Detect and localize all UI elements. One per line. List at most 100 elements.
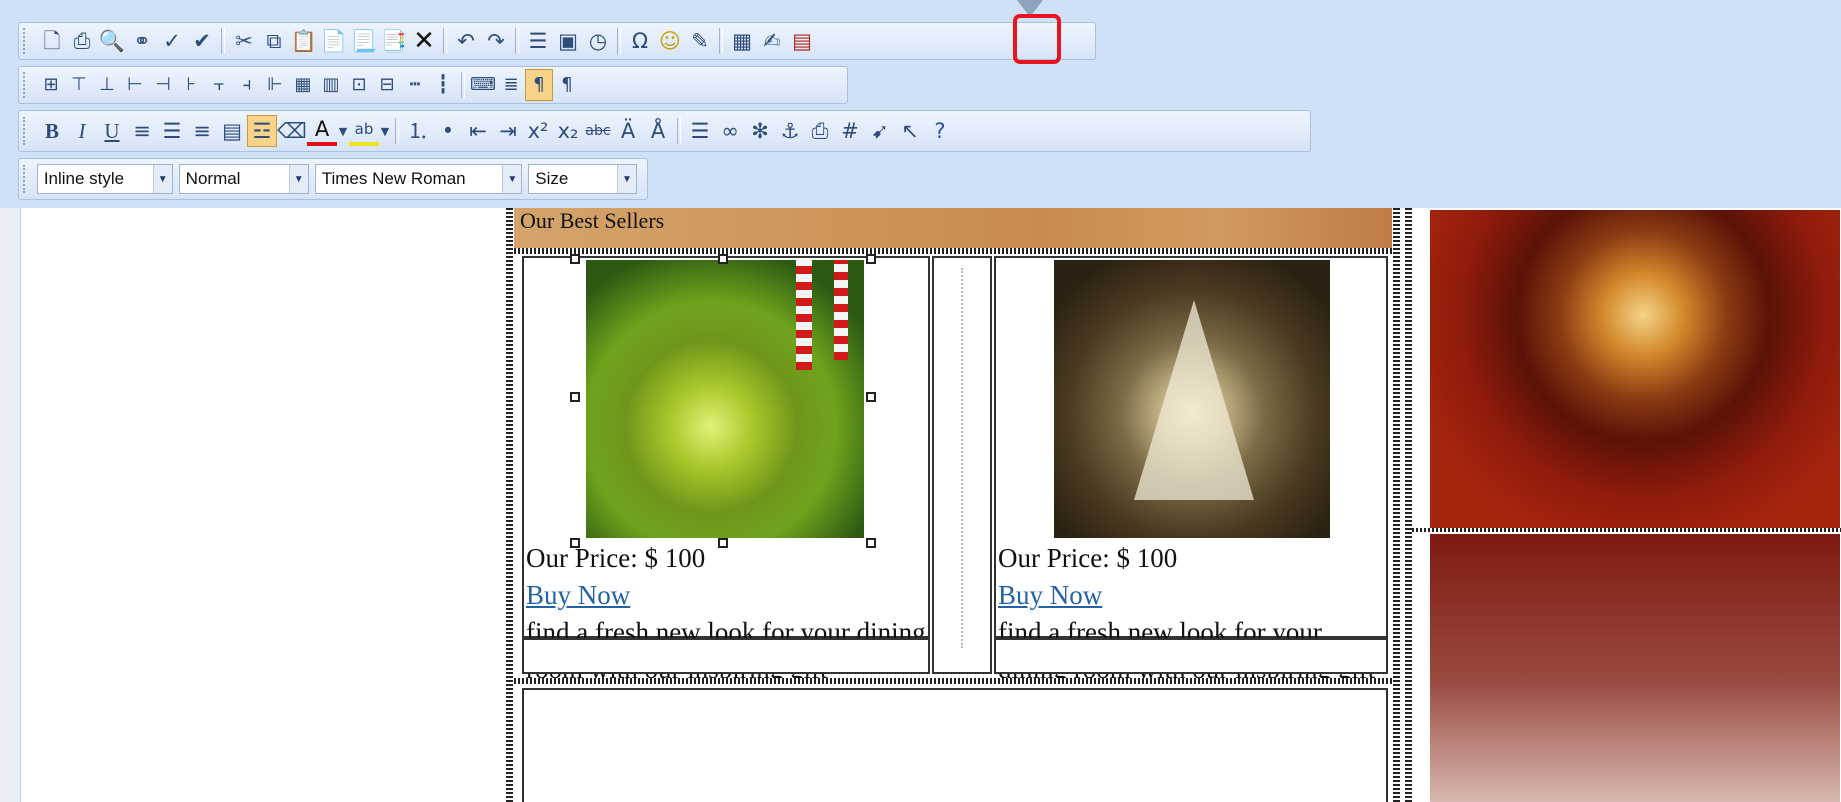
decrease-size-icon[interactable]: Å (643, 115, 673, 147)
image-divider[interactable] (1412, 528, 1841, 532)
background-color-icon[interactable]: ab (349, 116, 379, 146)
align-center-icon[interactable]: ☰ (157, 115, 187, 147)
resize-handle[interactable] (718, 254, 728, 264)
print-icon[interactable]: ⎙ (67, 25, 97, 57)
row-border-bottom[interactable] (514, 678, 1392, 684)
insert-paragraph-icon[interactable]: ☰ (523, 25, 553, 57)
table-properties-icon[interactable]: ▦ (289, 69, 317, 101)
find-icon[interactable]: ⚭ (127, 25, 157, 57)
gradient-decor-image[interactable] (1430, 534, 1840, 802)
delete-column-icon[interactable]: ⊦ (177, 69, 205, 101)
resize-handle[interactable] (866, 254, 876, 264)
toolbar-grip[interactable] (23, 28, 31, 54)
split-cell-icon[interactable]: ⫞ (233, 69, 261, 101)
row-border-top[interactable] (514, 248, 1392, 254)
help-icon[interactable]: ? (925, 115, 955, 147)
chevron-down-icon[interactable]: ▼ (288, 165, 308, 193)
smiley-icon[interactable]: ☺ (655, 25, 685, 57)
insert-row-below-icon[interactable]: ⊥ (93, 69, 121, 101)
highlight-icon[interactable]: ☲ (247, 115, 277, 147)
clock-icon[interactable]: ◷ (583, 25, 613, 57)
chevron-down-icon[interactable]: ▼ (152, 165, 172, 193)
form-icon[interactable]: ▣ (553, 25, 583, 57)
buy-now-link[interactable]: Buy Now (998, 580, 1102, 610)
font-size-dropdown[interactable]: Size ▼ (528, 164, 637, 194)
pointer-icon[interactable]: ↖ (895, 115, 925, 147)
delete-icon[interactable]: ✕ (409, 25, 439, 57)
strikethrough-icon[interactable]: abc (583, 115, 613, 147)
paragraph-format-dropdown[interactable]: Normal ▼ (178, 164, 309, 194)
bold-icon[interactable]: B (37, 115, 67, 147)
split-cell-2-icon[interactable]: ⊩ (261, 69, 289, 101)
paste-plain-icon[interactable]: 📃 (349, 25, 379, 57)
increase-size-icon[interactable]: Ä (613, 115, 643, 147)
cut-icon[interactable]: ✂ (229, 25, 259, 57)
horizontal-rule-icon[interactable]: ┅ (401, 69, 429, 101)
align-right-icon[interactable]: ≡ (187, 115, 217, 147)
toolbar-grip[interactable] (23, 72, 31, 98)
paragraph-rtl-icon[interactable]: ¶ (553, 69, 581, 101)
resize-handle[interactable] (570, 254, 580, 264)
justify-icon[interactable]: ▤ (217, 115, 247, 147)
indent-icon[interactable]: ⇥ (493, 115, 523, 147)
toolbar-grip[interactable] (23, 117, 31, 145)
copy-icon[interactable]: ⧉ (259, 25, 289, 57)
show-borders-icon[interactable]: ⊡ (345, 69, 373, 101)
resize-handle[interactable] (570, 392, 580, 402)
background-color-dropdown-icon[interactable]: ▼ (379, 115, 391, 147)
unordered-list-icon[interactable]: • (433, 115, 463, 147)
anchor-icon[interactable]: ⚓ (775, 115, 805, 147)
buy-now-link[interactable]: Buy Now (526, 580, 630, 610)
chevron-down-icon[interactable]: ▼ (617, 165, 636, 193)
unlink-icon[interactable]: ✻ (745, 115, 775, 147)
paste-html-icon[interactable]: 📑 (379, 25, 409, 57)
toggle-html-icon[interactable]: ⌨ (469, 69, 497, 101)
underline-icon[interactable]: U (97, 115, 127, 147)
italic-icon[interactable]: I (67, 115, 97, 147)
ltr-icon[interactable]: ≣ (497, 69, 525, 101)
paragraph-ltr-icon[interactable]: ¶ (525, 69, 553, 101)
subscript-icon[interactable]: x₂ (553, 115, 583, 147)
pdf-icon[interactable]: ▤ (787, 25, 817, 57)
resize-handle[interactable] (866, 392, 876, 402)
insert-table-icon[interactable]: ⊞ (37, 69, 65, 101)
image-icon[interactable]: ⎙ (805, 115, 835, 147)
empty-cell[interactable] (522, 638, 930, 674)
inline-style-dropdown[interactable]: Inline style ▼ (36, 164, 173, 194)
insert-line-icon[interactable]: ☰ (685, 115, 715, 147)
paste-from-word-icon[interactable]: 📄 (319, 25, 349, 57)
paste-icon[interactable]: 📋 (289, 25, 319, 57)
link-icon[interactable]: ∞ (715, 115, 745, 147)
empty-row-cell[interactable] (522, 688, 1388, 802)
print-preview-icon[interactable]: 🔍 (97, 25, 127, 57)
insert-row-above-icon[interactable]: ⊤ (65, 69, 93, 101)
spell-check-icon[interactable]: ✓ (157, 25, 187, 57)
cell-properties-icon[interactable]: ▥ (317, 69, 345, 101)
table-border-outer-right[interactable] (1405, 208, 1412, 802)
image-map-icon[interactable]: ▦ (727, 25, 757, 57)
chevron-down-icon[interactable]: ▼ (502, 165, 522, 193)
delete-row-icon[interactable]: ⊣ (149, 69, 177, 101)
undo-icon[interactable]: ↶ (451, 25, 481, 57)
outdent-icon[interactable]: ⇤ (463, 115, 493, 147)
absolute-position-icon[interactable]: ➹ (865, 115, 895, 147)
grid-icon[interactable]: # (835, 115, 865, 147)
table-border-left[interactable] (506, 208, 513, 802)
align-left-icon[interactable]: ≡ (127, 115, 157, 147)
font-name-dropdown[interactable]: Times New Roman ▼ (314, 164, 523, 194)
redo-icon[interactable]: ↷ (481, 25, 511, 57)
toolbar-grip[interactable] (23, 165, 31, 193)
red-ornament-image[interactable] (1430, 210, 1840, 528)
product-image-glass-tree[interactable] (1054, 260, 1330, 538)
font-color-dropdown-icon[interactable]: ▼ (337, 115, 349, 147)
superscript-icon[interactable]: x² (523, 115, 553, 147)
ordered-list-icon[interactable]: ⒈ (403, 115, 433, 147)
insert-symbol-icon[interactable]: Ω (625, 25, 655, 57)
edit-image-icon[interactable]: ✍ (757, 25, 787, 57)
table-border-right[interactable] (1393, 208, 1400, 802)
font-color-icon[interactable]: A (307, 116, 337, 146)
insert-snippet-icon[interactable]: ✎ (685, 25, 715, 57)
merge-cells-icon[interactable]: ⫟ (205, 69, 233, 101)
insert-column-icon[interactable]: ⊢ (121, 69, 149, 101)
empty-cell[interactable] (994, 638, 1388, 674)
